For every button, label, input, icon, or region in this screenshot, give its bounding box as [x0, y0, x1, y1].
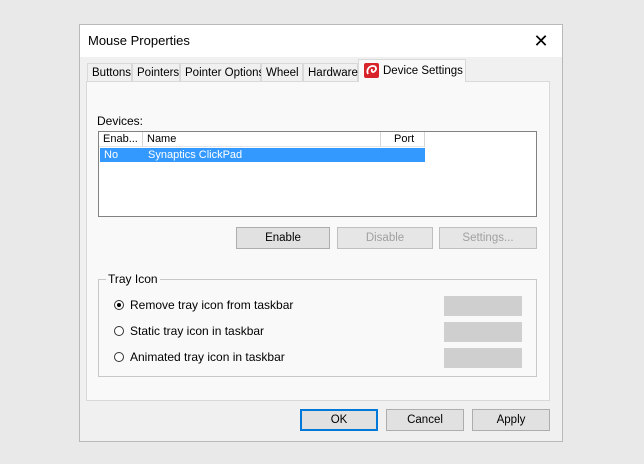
- radio-animated-tray-icon[interactable]: [114, 352, 124, 362]
- title-bar: Mouse Properties ✕: [80, 25, 562, 57]
- radio-remove-tray-icon-label[interactable]: Remove tray icon from taskbar: [130, 298, 293, 312]
- devices-list[interactable]: Enab... Name Port No Synaptics ClickPad: [98, 131, 537, 217]
- tab-wheel[interactable]: Wheel: [261, 63, 303, 81]
- synaptics-icon: [364, 63, 379, 78]
- cancel-button[interactable]: Cancel: [386, 409, 464, 431]
- tab-pointers[interactable]: Pointers: [132, 63, 180, 81]
- column-header-enabled[interactable]: Enab...: [99, 132, 143, 147]
- close-icon[interactable]: ✕: [530, 30, 552, 52]
- radio-animated-tray-icon-label[interactable]: Animated tray icon in taskbar: [130, 350, 285, 364]
- devices-label: Devices:: [97, 114, 144, 128]
- tab-device-settings[interactable]: Device Settings: [358, 59, 466, 82]
- settings-button[interactable]: Settings...: [439, 227, 537, 249]
- tab-device-settings-label: Device Settings: [383, 65, 463, 77]
- tray-icon-preview-animated: [444, 348, 522, 368]
- row-name-cell: Synaptics ClickPad: [148, 149, 243, 161]
- disable-button[interactable]: Disable: [337, 227, 433, 249]
- tray-icon-preview-remove: [444, 296, 522, 316]
- window-title: Mouse Properties: [88, 33, 190, 48]
- tab-buttons[interactable]: Buttons: [87, 63, 132, 81]
- tab-hardware[interactable]: Hardware: [303, 63, 358, 81]
- radio-remove-tray-icon[interactable]: [114, 300, 124, 310]
- tray-icon-group-label: Tray Icon: [106, 272, 160, 286]
- tab-pointer-options[interactable]: Pointer Options: [180, 63, 264, 81]
- tray-icon-group: Tray Icon Remove tray icon from taskbar …: [98, 272, 537, 377]
- device-settings-panel: Devices: Enab... Name Port No Synaptics …: [86, 81, 550, 401]
- radio-static-tray-icon-label[interactable]: Static tray icon in taskbar: [130, 324, 264, 338]
- enable-button[interactable]: Enable: [236, 227, 330, 249]
- column-header-port[interactable]: Port: [381, 132, 425, 147]
- column-header-name[interactable]: Name: [143, 132, 381, 147]
- tray-icon-preview-static: [444, 322, 522, 342]
- apply-button[interactable]: Apply: [472, 409, 550, 431]
- radio-static-tray-icon[interactable]: [114, 326, 124, 336]
- mouse-properties-dialog: Mouse Properties ✕ Buttons Pointers Poin…: [79, 24, 563, 442]
- row-enabled-cell: No: [104, 149, 119, 161]
- ok-button[interactable]: OK: [300, 409, 378, 431]
- table-row[interactable]: No Synaptics ClickPad: [100, 148, 425, 162]
